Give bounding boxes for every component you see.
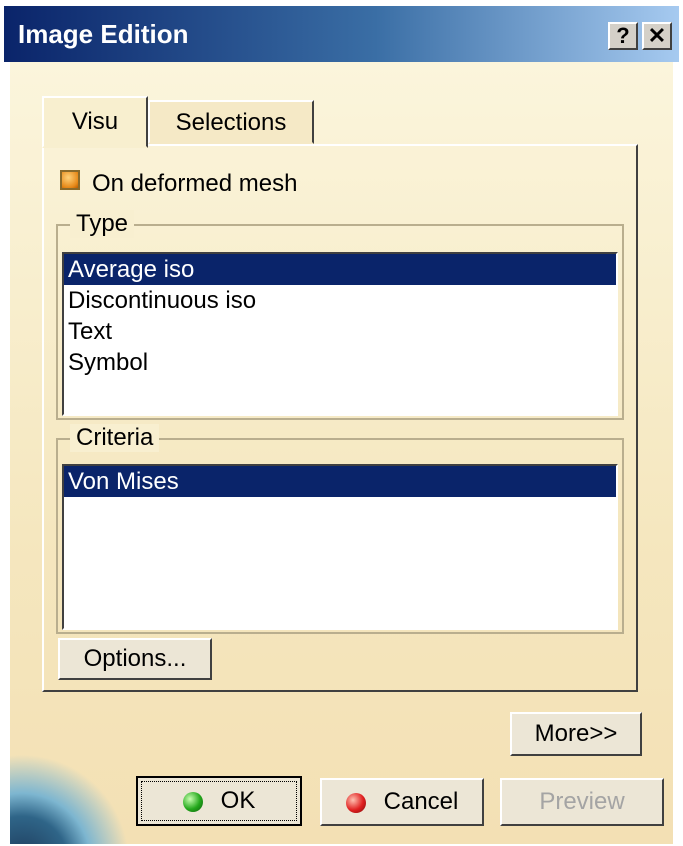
more-button-label: More>> (534, 720, 618, 747)
list-item-von-mises[interactable]: Von Mises (64, 466, 616, 497)
type-group: Type Average iso Discontinuous iso Text … (56, 210, 624, 420)
question-mark-icon: ? (616, 23, 630, 48)
green-led-icon (182, 791, 203, 812)
list-item-discontinuous-iso[interactable]: Discontinuous iso (64, 285, 616, 316)
cancel-button-label: Cancel (383, 788, 459, 815)
list-item-text[interactable]: Text (64, 316, 616, 347)
preview-button-label: Preview (539, 788, 625, 815)
ok-button-label: OK (220, 787, 256, 814)
deformed-mesh-label: On deformed mesh (92, 170, 298, 197)
more-button[interactable]: More>> (510, 712, 642, 756)
tab-selections[interactable]: Selections (148, 100, 314, 144)
close-icon: ✕ (647, 23, 667, 48)
tab-visu[interactable]: Visu (42, 96, 148, 148)
close-button[interactable]: ✕ (642, 22, 672, 50)
deformed-mesh-checkbox[interactable] (60, 170, 80, 190)
type-listbox[interactable]: Average iso Discontinuous iso Text Symbo… (62, 252, 618, 416)
dialog-title: Image Edition (18, 19, 189, 49)
decorative-globe-graphic (10, 754, 130, 844)
tab-selections-label: Selections (175, 109, 287, 136)
criteria-group-legend: Criteria (70, 424, 160, 452)
criteria-listbox[interactable]: Von Mises (62, 464, 618, 630)
options-button-label: Options... (83, 645, 187, 672)
title-bar[interactable]: Image Edition ? ✕ (4, 6, 679, 62)
preview-button[interactable]: Preview (500, 778, 664, 826)
image-edition-dialog: Image Edition ? ✕ Visu Selections On def… (4, 6, 679, 844)
cancel-button[interactable]: Cancel (320, 778, 484, 826)
criteria-group: Criteria Von Mises (56, 424, 624, 634)
red-led-icon (345, 792, 366, 813)
help-button[interactable]: ? (608, 22, 638, 50)
list-item-average-iso[interactable]: Average iso (64, 254, 616, 285)
list-item-symbol[interactable]: Symbol (64, 347, 616, 378)
dialog-body: Visu Selections On deformed mesh Type Av… (10, 62, 673, 844)
tab-visu-label: Visu (71, 108, 119, 135)
type-group-legend: Type (70, 210, 135, 238)
options-button[interactable]: Options... (58, 638, 212, 680)
ok-button[interactable]: OK (136, 776, 302, 826)
